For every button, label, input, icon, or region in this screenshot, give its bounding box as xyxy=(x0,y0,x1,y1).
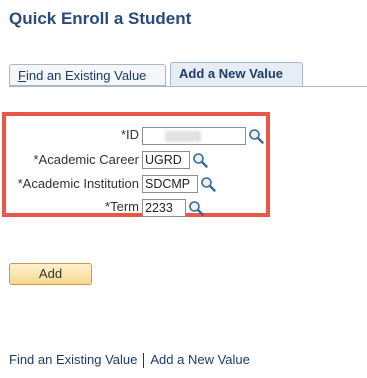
institution-lookup-magnifier-icon[interactable] xyxy=(200,176,216,192)
id-label: *ID xyxy=(120,127,139,142)
institution-input[interactable]: SDCMP xyxy=(142,175,198,193)
tab-find-label: ind an Existing Value xyxy=(25,68,147,83)
id-input[interactable] xyxy=(142,127,246,145)
add-button[interactable]: Add xyxy=(9,263,92,285)
bottom-links: Find an Existing Value Add a New Value xyxy=(9,352,250,369)
tab-add-label: Add a New Value xyxy=(179,66,284,81)
institution-label: *Academic Institution xyxy=(17,176,139,191)
career-lookup-magnifier-icon[interactable] xyxy=(192,152,208,168)
term-label: *Term xyxy=(105,199,139,214)
tab-find-existing-value[interactable]: Find an Existing Value xyxy=(9,64,166,86)
tab-bar: Find an Existing Value Add a New Value xyxy=(9,62,367,87)
link-separator xyxy=(143,353,145,369)
career-input[interactable]: UGRD xyxy=(142,151,190,169)
term-input[interactable]: 2233 xyxy=(142,199,186,217)
find-existing-value-link[interactable]: Find an Existing Value xyxy=(9,352,137,367)
tab-find-accesskey: F xyxy=(18,68,26,83)
id-lookup-magnifier-icon[interactable] xyxy=(248,128,264,144)
term-lookup-magnifier-icon[interactable] xyxy=(188,200,204,216)
career-label: *Academic Career xyxy=(33,152,140,167)
page-title: Quick Enroll a Student xyxy=(9,9,192,28)
add-new-value-link[interactable]: Add a New Value xyxy=(150,352,250,367)
redacted-id-value xyxy=(165,131,201,142)
tab-add-new-value[interactable]: Add a New Value xyxy=(170,62,303,86)
